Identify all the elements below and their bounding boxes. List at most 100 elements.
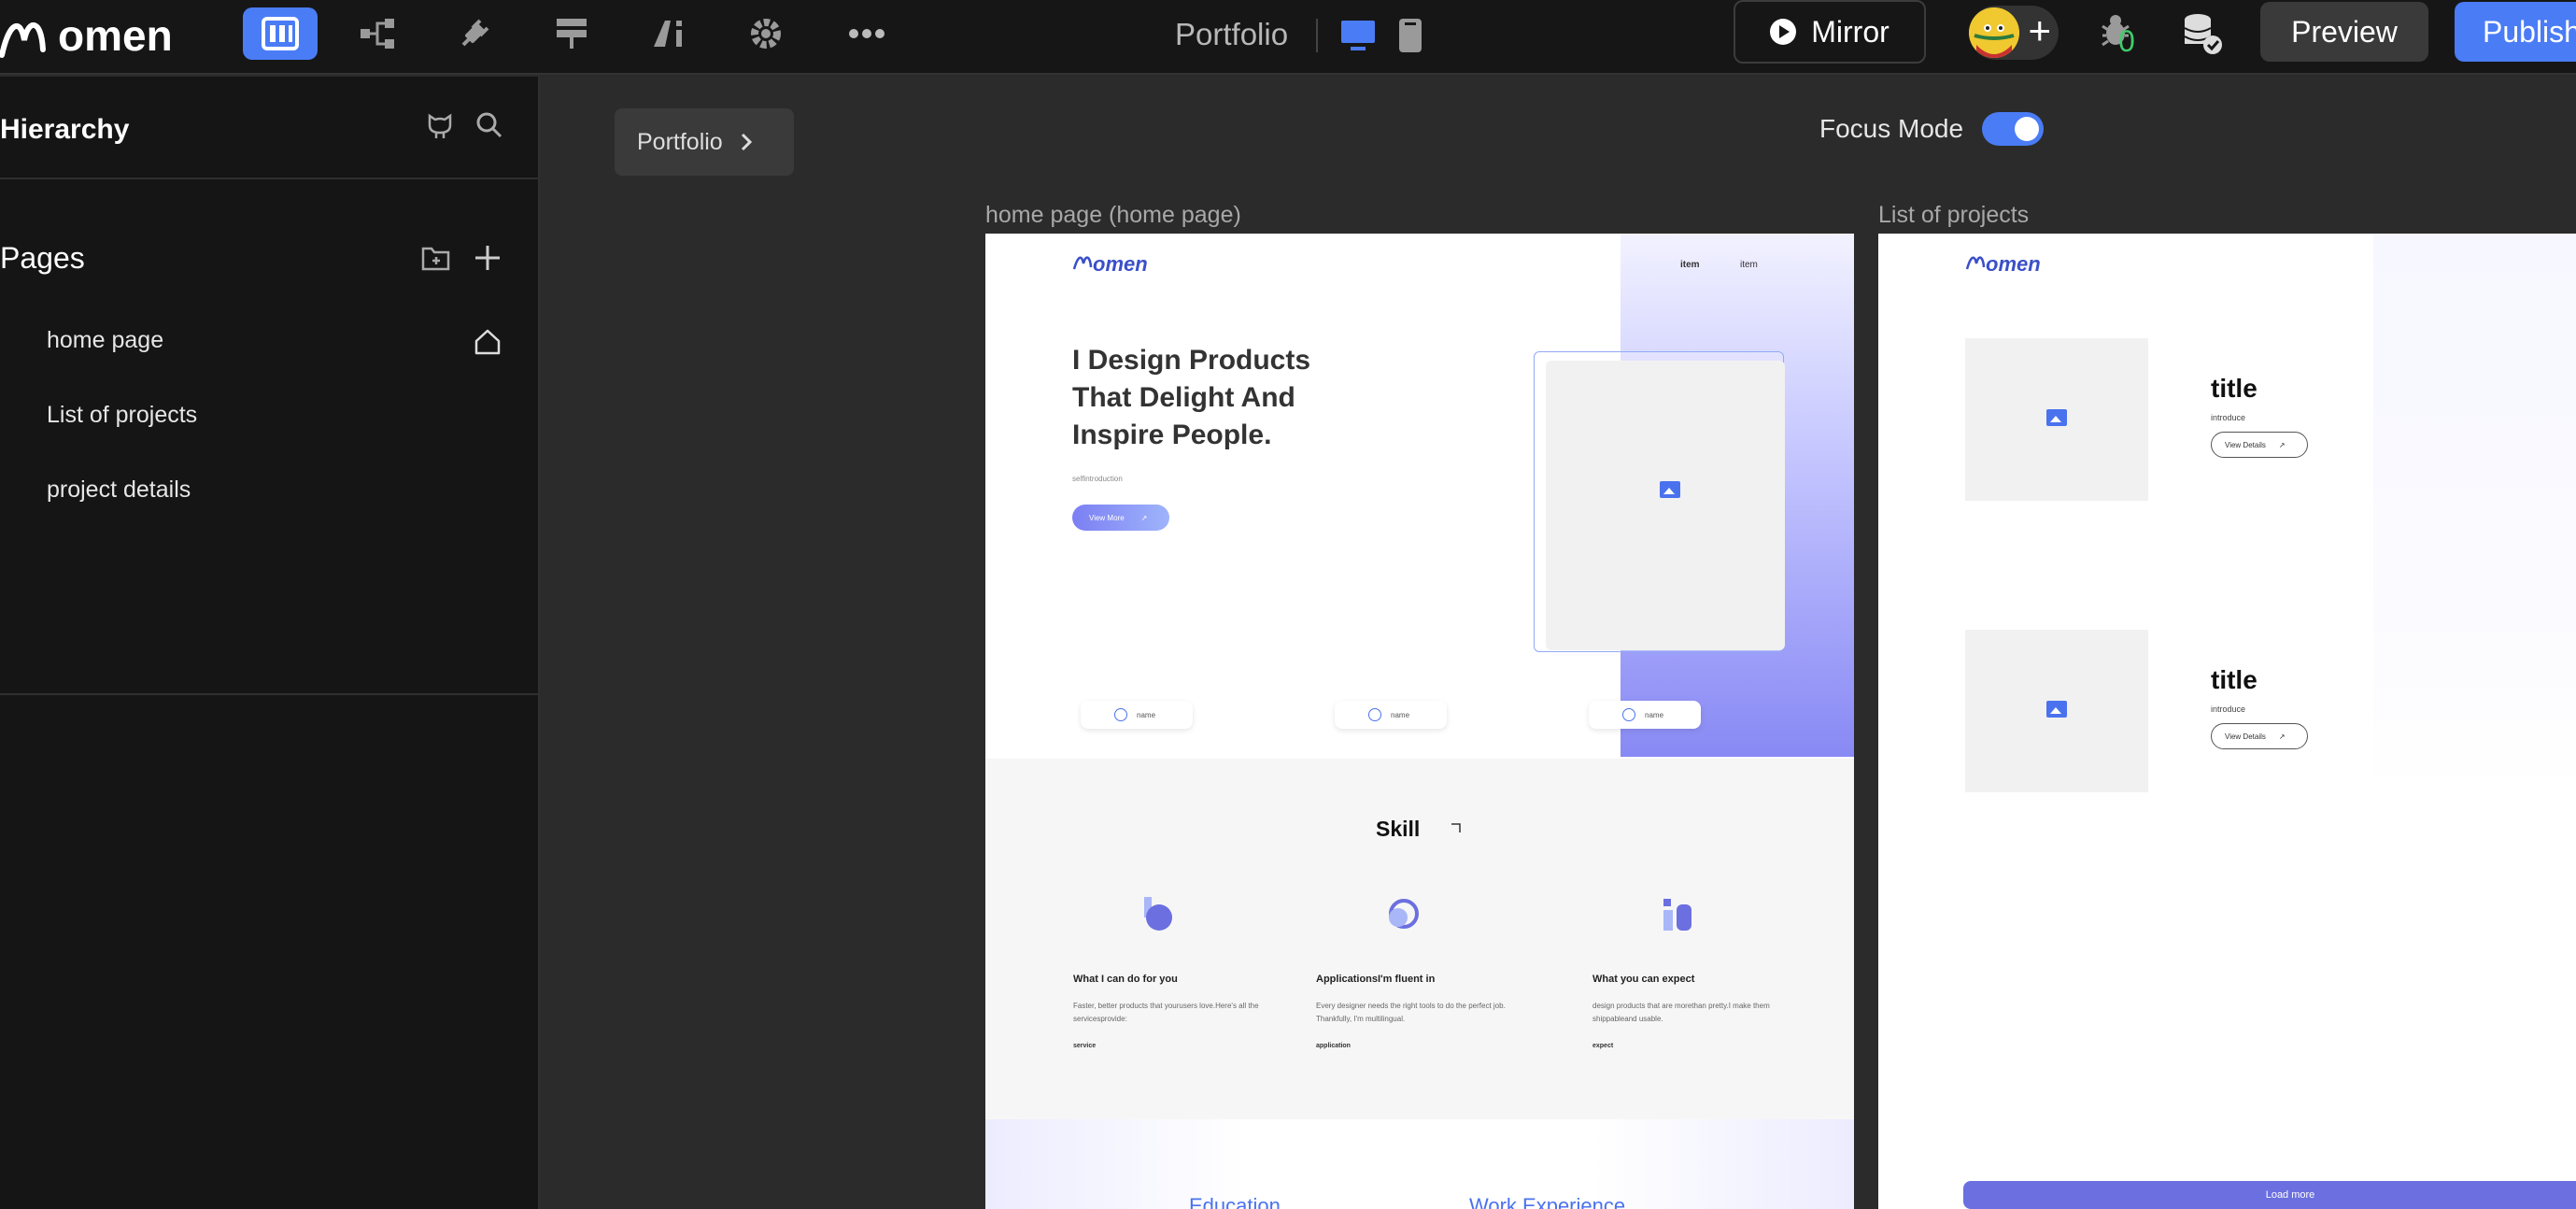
collaborators[interactable]: +	[1969, 6, 2059, 60]
focus-mode-label: Focus Mode	[1819, 114, 1964, 143]
left-panel: Hierarchy Pages home page List of projec…	[0, 77, 540, 1209]
skill-heading: What I can do for you	[1073, 974, 1178, 985]
skill-text: Every designer needs the right tools to …	[1316, 1002, 1506, 1023]
skill-tag: application	[1316, 1043, 1351, 1049]
skill-card: What you can expect design products that…	[1592, 974, 1807, 1049]
load-more-button[interactable]: Load more	[1963, 1181, 2576, 1209]
skill-section: Skill What I can do for you Faster, bett…	[985, 759, 1854, 1119]
panel-title: Hierarchy	[0, 114, 130, 145]
name-chip: name	[1589, 701, 1701, 729]
hero-image	[1546, 361, 1785, 650]
layout-button[interactable]	[534, 7, 609, 60]
search-icon[interactable]	[474, 110, 504, 140]
add-page-icon[interactable]	[473, 243, 502, 273]
skill-heading: What you can expect	[1592, 974, 1695, 985]
logo-mark-icon	[1965, 256, 1986, 270]
divider	[0, 693, 540, 695]
pages-heading: Pages	[0, 241, 85, 275]
name-chip-label: name	[1645, 710, 1664, 719]
skill-text: Faster, better products that yourusers l…	[1073, 1002, 1259, 1023]
view-details-label: View Details	[2225, 440, 2266, 449]
play-icon	[1770, 19, 1797, 45]
desktop-view-icon[interactable]	[1339, 19, 1377, 52]
skill-card: What I can do for you Faster, better pro…	[1073, 974, 1288, 1049]
logo-mark-icon	[0, 21, 46, 58]
github-icon[interactable]	[424, 110, 456, 142]
bug-count: 0	[2118, 24, 2135, 58]
skill-heading: ApplicationsI'm fluent in	[1316, 974, 1436, 985]
hero-title: I Design Products That Delight And Inspi…	[1072, 345, 1311, 450]
document-title: Portfolio	[1175, 17, 1289, 51]
name-chip: name	[1335, 701, 1447, 729]
arrow-up-right-icon: ↗	[2278, 440, 2286, 449]
settings-button[interactable]	[729, 7, 803, 60]
avatar-face-icon	[1969, 7, 2019, 58]
frame-logo-text: omen	[1986, 252, 2041, 276]
application-icon	[1389, 899, 1419, 929]
view-more-button[interactable]: View More ↗	[1072, 505, 1169, 531]
preview-button[interactable]: Preview	[2260, 2, 2428, 62]
chevron-right-icon	[741, 133, 752, 151]
frame-logo-text: omen	[1093, 252, 1148, 276]
mobile-view-icon[interactable]	[1397, 17, 1423, 54]
image-icon	[1660, 481, 1680, 498]
logo-text: omen	[58, 11, 173, 60]
skill-title: Skill	[1376, 817, 1421, 841]
breadcrumb-label: Portfolio	[637, 128, 723, 155]
top-bar: omen Portfolio Mirror + 0 Preview Publis…	[0, 0, 2576, 75]
project-title: title	[2211, 665, 2258, 694]
avatar[interactable]	[1969, 7, 2019, 58]
image-icon	[2046, 409, 2067, 426]
focus-mode-toggle[interactable]	[1982, 112, 2044, 146]
divider	[0, 178, 540, 179]
home-page-frame[interactable]: omen item item I Design Products That De…	[985, 234, 1854, 1209]
skill-tag: service	[1073, 1043, 1097, 1049]
background-gradient	[2373, 234, 2576, 794]
more-button[interactable]	[829, 7, 904, 60]
layout-icon	[557, 19, 587, 49]
frame-label-projects: List of projects	[1878, 202, 2030, 228]
name-chip-label: name	[1391, 710, 1410, 719]
ai-button[interactable]	[631, 7, 706, 60]
mirror-button[interactable]: Mirror	[1734, 0, 1926, 64]
hero-subtitle: selfintroduction	[1072, 475, 1123, 483]
list-of-projects-frame[interactable]: omen title introduce View Details ↗ title…	[1878, 234, 2576, 1209]
image-icon	[2046, 701, 2067, 718]
arrow-up-right-icon: ↗	[1140, 513, 1148, 522]
hierarchy-icon	[361, 19, 394, 49]
name-chip: name	[1081, 701, 1193, 729]
plugin-icon	[461, 19, 489, 47]
publish-button[interactable]: Publish	[2455, 2, 2576, 62]
hierarchy-button[interactable]	[340, 7, 415, 60]
plugin-button[interactable]	[437, 7, 512, 60]
name-chip-label: name	[1137, 710, 1156, 719]
view-details-button[interactable]: View Details ↗	[2211, 723, 2308, 749]
momen-logo[interactable]: omen	[0, 7, 173, 64]
database-icon[interactable]	[2179, 11, 2226, 58]
project-intro: introduce	[2211, 704, 2246, 714]
ai-icon	[654, 21, 682, 47]
pages-panel-button[interactable]	[243, 7, 318, 60]
home-icon	[474, 329, 501, 355]
breadcrumb[interactable]: Portfolio	[615, 108, 794, 176]
nav-item[interactable]: item	[1740, 260, 1758, 270]
skill-tag: expect	[1592, 1043, 1614, 1049]
app-window: omen Portfolio Mirror + 0 Preview Publis…	[0, 0, 2576, 1209]
gear-icon	[751, 19, 781, 49]
page-item-home-page[interactable]: home page	[47, 327, 163, 354]
work-experience-heading: Work Experience	[1469, 1194, 1626, 1209]
page-item-project-details[interactable]: project details	[47, 476, 191, 504]
view-more-label: View More	[1089, 513, 1125, 522]
view-details-button[interactable]: View Details ↗	[2211, 432, 2308, 458]
skill-text: design products that are morethan pretty…	[1592, 1002, 1770, 1023]
page-item-list-of-projects[interactable]: List of projects	[47, 402, 197, 429]
add-folder-icon[interactable]	[420, 243, 452, 273]
logo-mark-icon	[1072, 256, 1093, 270]
add-collaborator-icon[interactable]: +	[2028, 11, 2051, 50]
project-title: title	[2211, 374, 2258, 403]
nav-item[interactable]: item	[1680, 260, 1700, 270]
view-details-label: View Details	[2225, 732, 2266, 741]
frame-label-home: home page (home page)	[985, 202, 1241, 228]
expect-icon	[1663, 899, 1691, 931]
education-section: Education Work Experience	[985, 1119, 1854, 1209]
